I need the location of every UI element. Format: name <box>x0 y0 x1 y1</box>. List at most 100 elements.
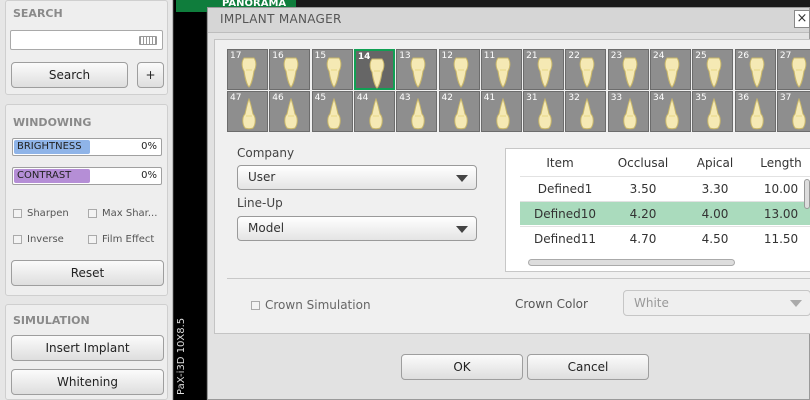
crown-simulation-label: Crown Simulation <box>265 298 371 312</box>
tooth-icon <box>791 57 807 88</box>
tooth-12[interactable]: 12 <box>438 49 480 90</box>
brightness-value: 0% <box>141 141 157 152</box>
crown-color-select[interactable]: White <box>623 290 810 316</box>
contrast-label: CONTRAST <box>17 170 72 181</box>
tooth-43[interactable]: 43 <box>396 91 438 132</box>
tooth-35[interactable]: 35 <box>692 91 734 132</box>
tooth-icon <box>707 98 722 130</box>
tooth-icon <box>411 98 425 130</box>
simulation-panel: SIMULATION Insert Implant Whitening <box>5 304 168 400</box>
tooth-icon <box>326 57 341 88</box>
tooth-34[interactable]: 34 <box>650 91 691 132</box>
tooth-24[interactable]: 24 <box>650 49 691 90</box>
horizontal-scrollbar[interactable] <box>528 259 735 266</box>
max-sharpen-label: Max Shar... <box>102 208 158 219</box>
brightness-slider[interactable]: BRIGHTNESS 0% <box>12 138 162 156</box>
table-row[interactable]: Defined11 4.70 4.50 11.50 <box>520 226 810 250</box>
tooth-36[interactable]: 36 <box>734 91 776 132</box>
tooth-icon <box>749 57 764 88</box>
tooth-icon <box>749 98 764 130</box>
lineup-label: Line-Up <box>237 196 283 210</box>
header-length: Length <box>760 156 802 170</box>
film-effect-label: Film Effect <box>102 234 155 245</box>
close-icon[interactable]: × <box>794 10 810 28</box>
tooth-14[interactable]: 14 <box>353 49 395 90</box>
contrast-slider[interactable]: CONTRAST 0% <box>12 167 162 185</box>
tooth-44[interactable]: 44 <box>353 91 395 132</box>
inverse-checkbox[interactable]: Inverse <box>13 234 64 245</box>
tooth-icon <box>622 57 638 88</box>
crown-simulation-checkbox[interactable]: Crown Simulation <box>251 298 371 312</box>
cancel-button[interactable]: Cancel <box>527 354 649 380</box>
tooth-icon <box>369 58 385 89</box>
header-apical: Apical <box>696 156 734 170</box>
tooth-37[interactable]: 37 <box>776 91 810 132</box>
tooth-icon <box>283 57 299 88</box>
table-cell: 4.50 <box>701 232 729 246</box>
reset-button[interactable]: Reset <box>11 260 164 286</box>
dialog-body: 17 16 15 14 13 12 11 21 22 23 24 25 26 27 47 46 45 44 43 42… <box>214 39 810 334</box>
tooth-13[interactable]: 13 <box>396 49 438 90</box>
search-button[interactable]: Search <box>11 62 128 88</box>
crown-color-value: White <box>634 296 669 310</box>
chevron-down-icon <box>456 175 468 182</box>
keyboard-icon[interactable] <box>139 36 157 45</box>
tooth-46[interactable]: 46 <box>269 91 311 132</box>
whitening-button[interactable]: Whitening <box>11 369 164 395</box>
table-cell: 13.00 <box>763 207 799 221</box>
tooth-icon <box>241 57 257 88</box>
tooth-17[interactable]: 17 <box>227 49 268 90</box>
tooth-41[interactable]: 41 <box>480 91 522 132</box>
film-effect-checkbox[interactable]: Film Effect <box>88 234 154 245</box>
tooth-16[interactable]: 16 <box>269 49 311 90</box>
tooth-11[interactable]: 11 <box>480 49 522 90</box>
tooth-15[interactable]: 15 <box>311 49 353 90</box>
lineup-value: Model <box>248 221 285 235</box>
tooth-icon <box>495 57 511 88</box>
max-sharpen-checkbox[interactable]: Max Shar... <box>88 208 157 219</box>
divider <box>227 278 810 279</box>
table-header: Item Occlusal Apical Length <box>520 151 810 175</box>
search-section-title: SEARCH <box>13 7 63 20</box>
tooth-47[interactable]: 47 <box>227 91 268 132</box>
tooth-32[interactable]: 32 <box>565 91 607 132</box>
tooth-45[interactable]: 45 <box>311 91 353 132</box>
brightness-label: BRIGHTNESS <box>17 141 82 152</box>
table-cell: 3.50 <box>629 182 657 196</box>
insert-implant-button[interactable]: Insert Implant <box>11 335 164 361</box>
tooth-icon <box>410 57 426 88</box>
tooth-21[interactable]: 21 <box>523 49 565 90</box>
table-cell: 11.50 <box>763 232 799 246</box>
header-item: Item <box>546 156 574 170</box>
table-cell: Defined1 <box>537 182 593 196</box>
tooth-icon <box>538 98 552 130</box>
table-row[interactable]: Defined10 4.20 4.00 13.00 <box>520 201 810 225</box>
tooth-icon <box>369 98 383 130</box>
tooth-icon <box>665 98 679 130</box>
ok-button[interactable]: OK <box>401 354 523 380</box>
table-cell: 3.30 <box>701 182 729 196</box>
table-cell: 4.20 <box>629 207 657 221</box>
tooth-25[interactable]: 25 <box>692 49 734 90</box>
company-select[interactable]: User <box>237 165 477 190</box>
sharpen-label: Sharpen <box>27 208 69 219</box>
tooth-31[interactable]: 31 <box>523 91 565 132</box>
tooth-33[interactable]: 33 <box>607 91 649 132</box>
tooth-23[interactable]: 23 <box>607 49 649 90</box>
windowing-section-title: WINDOWING <box>13 116 92 129</box>
implant-manager-dialog: IMPLANT MANAGER × 17 16 15 14 13 12 11 21 22 23 24… <box>207 7 810 400</box>
table-row[interactable]: Defined1 3.50 3.30 10.00 <box>520 176 810 200</box>
company-value: User <box>248 170 276 184</box>
tooth-icon <box>792 98 806 130</box>
table-cell: Defined11 <box>533 232 597 246</box>
add-search-button[interactable]: + <box>137 62 164 88</box>
tooth-42[interactable]: 42 <box>438 91 480 132</box>
tooth-26[interactable]: 26 <box>734 49 776 90</box>
company-label: Company <box>237 146 295 160</box>
lineup-select[interactable]: Model <box>237 216 477 241</box>
tooth-27[interactable]: 27 <box>776 49 810 90</box>
vertical-scrollbar[interactable] <box>804 179 810 209</box>
sharpen-checkbox[interactable]: Sharpen <box>13 208 69 219</box>
tooth-22[interactable]: 22 <box>565 49 607 90</box>
search-input[interactable] <box>10 30 163 50</box>
